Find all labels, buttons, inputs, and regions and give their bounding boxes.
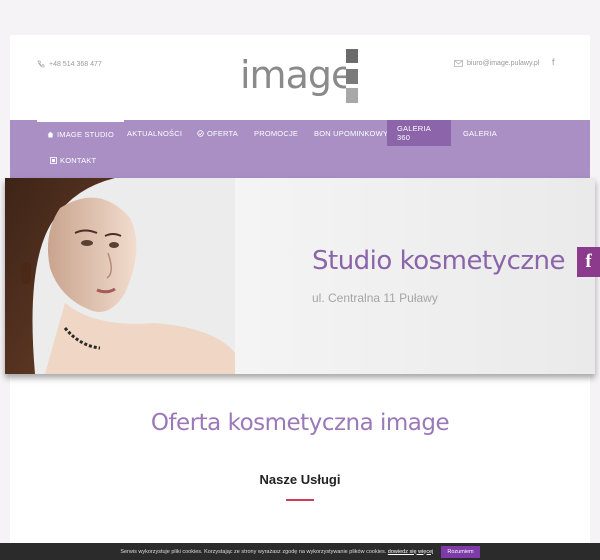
logo-mark	[346, 49, 358, 105]
hero-banner: Studio kosmetyczne ul. Centralna 11 Puła…	[5, 178, 595, 374]
nav-item-promocje[interactable]: PROMOCJE	[244, 120, 308, 146]
nav-item-bon-upominkowy[interactable]: BON UPOMINKOWY	[304, 120, 398, 146]
heading-underline	[286, 499, 314, 501]
cookie-more-link[interactable]: dowiedz się więcej	[388, 549, 434, 555]
model-portrait-image	[5, 178, 235, 374]
nav-item-oferta[interactable]: OFERTA	[187, 120, 248, 146]
phone-contact[interactable]: +48 514 368 477	[37, 60, 102, 68]
nav-label: PROMOCJE	[254, 128, 299, 138]
envelope-icon	[454, 60, 463, 67]
logo-text: image	[240, 53, 354, 97]
page-container: +48 514 368 477 image biuro@image.pulawy…	[5, 35, 595, 560]
nav-item-image-studio[interactable]: IMAGE STUDIO	[37, 120, 124, 146]
circle-icon	[197, 129, 204, 137]
nav-label: GALERIA 360	[397, 124, 431, 142]
phone-icon	[37, 60, 45, 68]
contact-icon	[50, 156, 57, 164]
nav-label: KONTAKT	[60, 155, 97, 165]
home-icon	[47, 131, 54, 137]
cookie-accept-button[interactable]: Rozumiem	[441, 545, 480, 558]
cookie-text: Serwis wykorzystuje pliki cookies. Korzy…	[120, 549, 433, 555]
facebook-icon[interactable]: f	[552, 57, 555, 67]
nav-item-galeria-360[interactable]: GALERIA 360	[387, 120, 451, 146]
email-address: biuro@image.pulawy.pl	[467, 60, 540, 67]
hero-address: ul. Centralna 11 Puławy	[312, 291, 438, 305]
cookie-message: Serwis wykorzystuje pliki cookies. Korzy…	[120, 548, 387, 555]
main-navigation: IMAGE STUDIO AKTUALNOŚCI OFERTA PROMOCJE…	[10, 120, 590, 178]
nav-label: AKTUALNOŚCI	[127, 128, 183, 138]
phone-number: +48 514 368 477	[49, 60, 102, 68]
nav-label: BON UPOMINKOWY	[314, 128, 389, 138]
services-heading: Nasze Usługi	[259, 472, 341, 487]
nav-item-kontakt[interactable]: KONTAKT	[40, 147, 106, 173]
nav-item-aktualnosci[interactable]: AKTUALNOŚCI	[117, 120, 192, 146]
hero-title: Studio kosmetyczne	[312, 246, 565, 276]
nav-label: IMAGE STUDIO	[57, 129, 114, 139]
cookie-bar: Serwis wykorzystuje pliki cookies. Korzy…	[0, 543, 600, 560]
email-contact[interactable]: biuro@image.pulawy.pl	[454, 60, 539, 67]
logo[interactable]: image	[240, 47, 370, 107]
offer-heading: Oferta kosmetyczna image	[150, 410, 450, 436]
facebook-side-icon[interactable]: f	[577, 247, 600, 277]
top-bar: +48 514 368 477 image biuro@image.pulawy…	[10, 35, 590, 120]
nav-label: GALERIA	[463, 128, 497, 138]
nav-item-galeria[interactable]: GALERIA	[453, 120, 507, 146]
nav-label: OFERTA	[207, 128, 238, 138]
